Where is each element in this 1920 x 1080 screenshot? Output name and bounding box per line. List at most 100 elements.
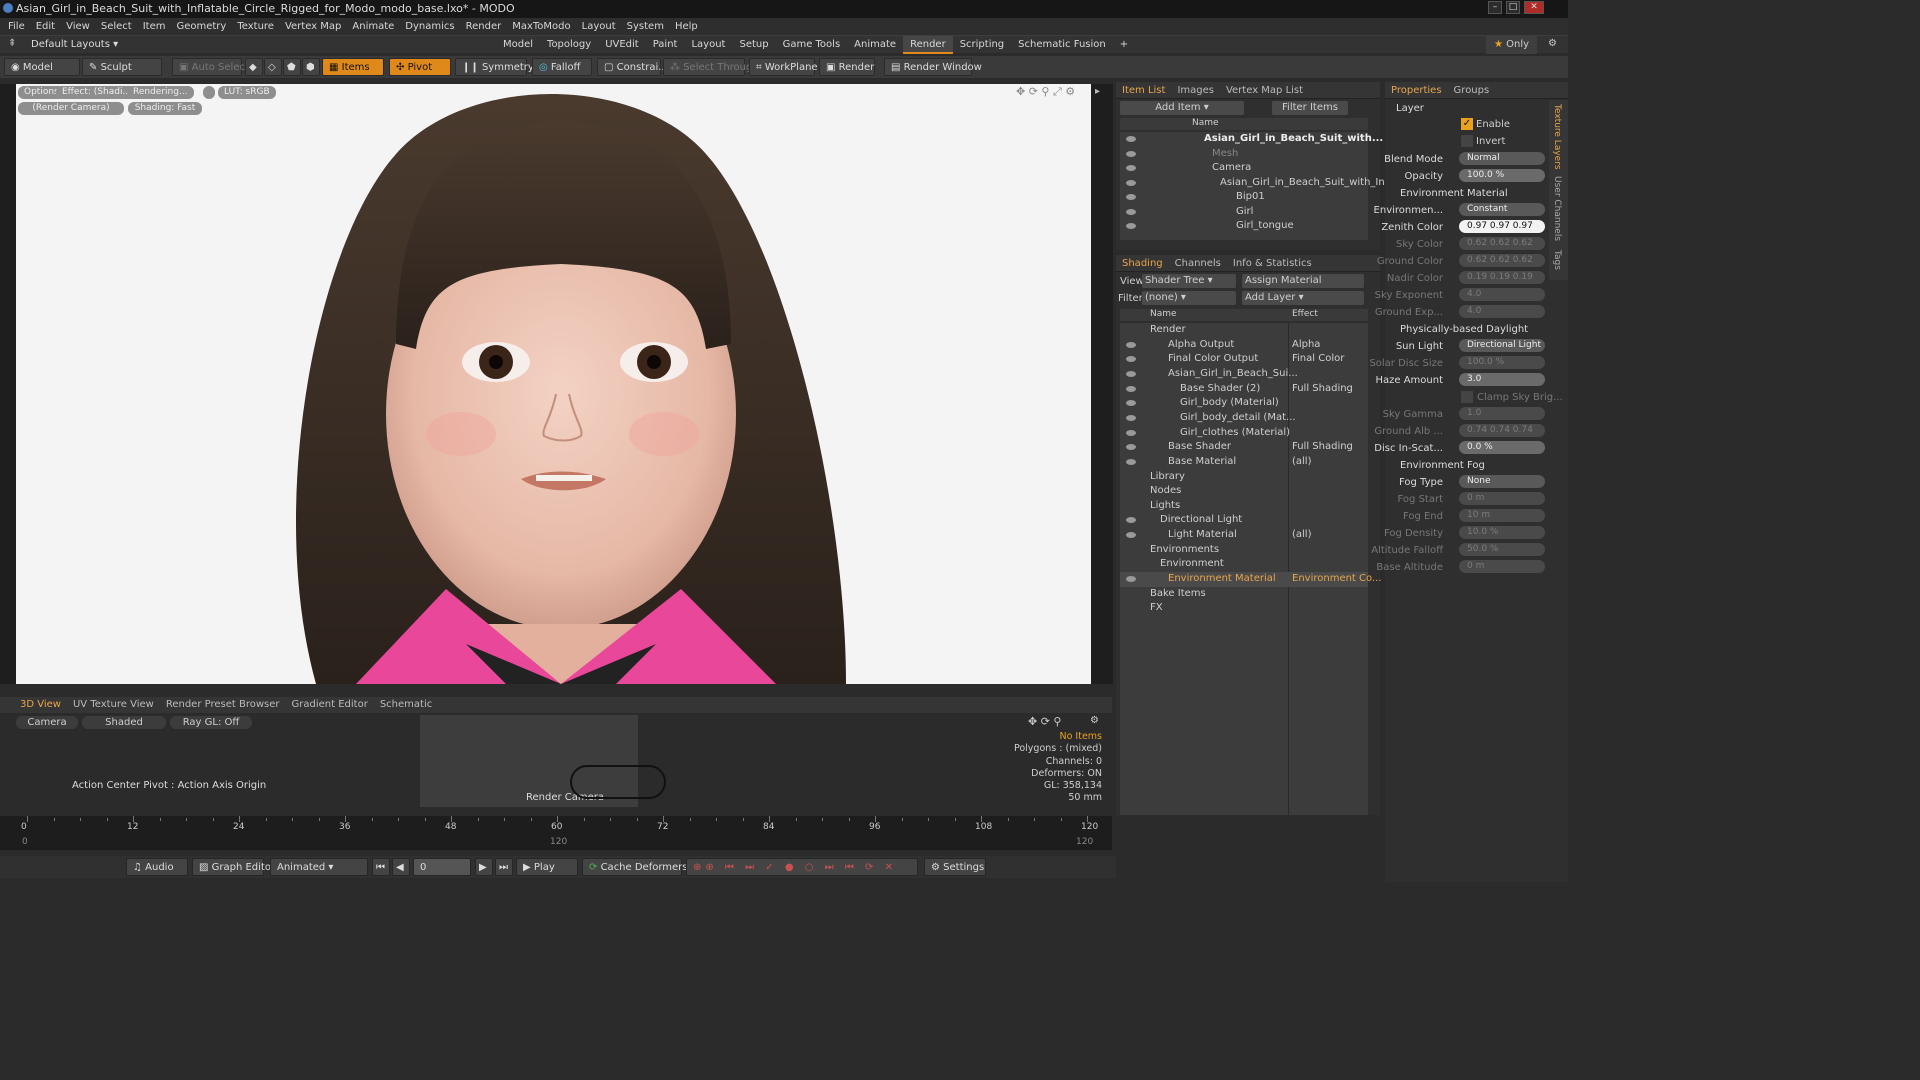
viewport-arrow-icon[interactable]: ▸ — [1095, 86, 1100, 97]
menu-geometry[interactable]: Geometry — [176, 21, 226, 32]
tab-user-channels[interactable]: User Channels — [1552, 176, 1562, 241]
shader-tree-row[interactable]: Environments — [1120, 543, 1368, 558]
visibility-icon[interactable] — [1126, 400, 1136, 407]
opacity-field[interactable]: 100.0 % — [1459, 169, 1545, 182]
select-through-button[interactable]: ⁂ Select Through — [663, 58, 759, 76]
tab-gradient-editor[interactable]: Gradient Editor — [286, 697, 374, 713]
shader-tree-row[interactable]: Asian_Girl_in_Beach_Sui... — [1120, 367, 1368, 382]
tab-render-preset-browser[interactable]: Render Preset Browser — [160, 697, 286, 713]
shader-tree-row[interactable]: Alpha Output Alpha — [1120, 338, 1368, 353]
menu-help[interactable]: Help — [675, 21, 698, 32]
tab-topology[interactable]: Topology — [540, 36, 598, 54]
solar-disc-field[interactable]: 100.0 % — [1459, 356, 1545, 369]
tab-uv-texture-view[interactable]: UV Texture View — [67, 697, 160, 713]
camera-pill[interactable]: Camera — [16, 716, 78, 729]
visibility-icon[interactable] — [1126, 414, 1136, 421]
view-dropdown[interactable]: Shader Tree ▾ — [1142, 274, 1236, 288]
environment-dropdown[interactable]: Constant — [1459, 203, 1545, 216]
fog-end-field[interactable]: 10 m — [1459, 509, 1545, 522]
vertices-mode-icon[interactable]: ◆ — [245, 58, 263, 76]
altitude-falloff-field[interactable]: 50.0 % — [1459, 543, 1545, 556]
bottom-3d-view[interactable]: Camera Shaded Ray GL: Off Action Center … — [0, 713, 1112, 809]
clamp-sky-checkbox[interactable] — [1461, 391, 1473, 403]
visibility-icon[interactable] — [1126, 429, 1136, 436]
tab-3d-view[interactable]: 3D View — [14, 697, 67, 713]
settings-button[interactable]: ⚙ Settings — [924, 858, 986, 876]
timeline[interactable]: 0 12 24 36 48 60 72 84 96 108 120 0 120 120 — [0, 816, 1112, 850]
shader-tree-row[interactable]: Lights — [1120, 499, 1368, 514]
ground-exp-field[interactable]: 4.0 — [1459, 305, 1545, 318]
visibility-icon[interactable] — [1126, 458, 1136, 465]
disc-inscatter-field[interactable]: 0.0 % — [1459, 441, 1545, 454]
visibility-icon[interactable] — [1126, 356, 1136, 363]
items-mode-button[interactable]: ▦ Items — [322, 58, 384, 76]
shader-tree-row[interactable]: Girl_body_detail (Mat... — [1120, 411, 1368, 426]
tab-shading[interactable]: Shading — [1116, 255, 1169, 272]
visibility-icon[interactable] — [1126, 370, 1136, 377]
viewport-lut-pill[interactable]: LUT: sRGB — [218, 86, 276, 99]
shader-tree-row[interactable]: Directional Light — [1120, 513, 1368, 528]
fog-density-field[interactable]: 10.0 % — [1459, 526, 1545, 539]
tab-info-statistics[interactable]: Info & Statistics — [1227, 255, 1318, 272]
visibility-icon[interactable] — [1126, 444, 1136, 451]
add-item-dropdown[interactable]: Add Item ▾ — [1120, 101, 1244, 115]
tab-game-tools[interactable]: Game Tools — [776, 36, 848, 54]
filter-dropdown[interactable]: (none) ▾ — [1142, 291, 1236, 305]
base-altitude-field[interactable]: 0 m — [1459, 560, 1545, 573]
tab-properties[interactable]: Properties — [1385, 82, 1448, 99]
viewport-shading-pill[interactable]: Shading: Fast — [128, 102, 202, 115]
tab-scripting[interactable]: Scripting — [953, 36, 1011, 54]
menu-texture[interactable]: Texture — [237, 21, 274, 32]
visibility-icon[interactable] — [1126, 517, 1136, 524]
sun-light-dropdown[interactable]: Directional Light — [1459, 339, 1545, 352]
maximize-icon[interactable]: □ — [1506, 1, 1520, 14]
enable-checkbox[interactable]: ✓ — [1461, 118, 1473, 130]
symmetry-button[interactable]: ❙❙ Symmetry — [455, 58, 534, 76]
first-frame-icon[interactable]: ⏮ — [372, 858, 390, 876]
next-frame-icon[interactable]: ▶ — [475, 858, 493, 876]
visibility-icon[interactable] — [1126, 150, 1136, 157]
last-frame-icon[interactable]: ⏭ — [495, 858, 513, 876]
shader-tree-row[interactable]: Nodes — [1120, 484, 1368, 499]
shader-tree-row[interactable]: Light Material (all) — [1120, 528, 1368, 543]
shader-tree-row[interactable]: Render — [1120, 323, 1368, 338]
frame-input[interactable]: 0 — [413, 858, 471, 876]
tab-texture-layers[interactable]: Texture Layers — [1552, 104, 1562, 170]
visibility-icon[interactable] — [1126, 576, 1136, 583]
menu-item[interactable]: Item — [143, 21, 166, 32]
blend-mode-dropdown[interactable]: Normal — [1459, 152, 1545, 165]
animated-dropdown[interactable]: Animated ▾ — [270, 858, 368, 876]
render-window-button[interactable]: ▤ Render Window — [884, 58, 982, 76]
3d-viewport[interactable] — [16, 84, 1091, 684]
haze-amount-field[interactable]: 3.0 — [1459, 373, 1545, 386]
shader-tree-row[interactable]: Girl_body (Material) — [1120, 396, 1368, 411]
falloff-button[interactable]: ◎ Falloff — [532, 58, 592, 76]
visibility-icon[interactable] — [1126, 341, 1136, 348]
graph-editor-button[interactable]: ▨ Graph Editor — [192, 858, 275, 876]
shader-tree-row[interactable]: Environment — [1120, 557, 1368, 572]
key-tools-icons[interactable]: ⊕⊕ ⏮ ⏭ ✓ ● ○ ⏭ ⏮ ⟳ ✕ — [686, 858, 918, 876]
menu-render[interactable]: Render — [466, 21, 502, 32]
tab-groups[interactable]: Groups — [1448, 82, 1496, 99]
assign-material-dropdown[interactable]: Assign Material — [1242, 274, 1364, 288]
menu-vertex-map[interactable]: Vertex Map — [285, 21, 341, 32]
shader-tree-row[interactable]: Base Shader (2) Full Shading — [1120, 382, 1368, 397]
tab-vertex-map-list[interactable]: Vertex Map List — [1220, 82, 1309, 99]
shader-tree-row[interactable]: Girl_clothes (Material) — [1120, 426, 1368, 441]
model-mode-button[interactable]: ◉ Model — [4, 58, 80, 76]
menu-select[interactable]: Select — [101, 21, 132, 32]
constrain-button[interactable]: ▢ Constrai... — [597, 58, 668, 76]
tab-animate[interactable]: Animate — [847, 36, 903, 54]
collapse-icon[interactable]: ⇞ — [8, 38, 16, 49]
raygl-pill[interactable]: Ray GL: Off — [170, 716, 252, 729]
add-tab-icon[interactable]: + — [1113, 36, 1135, 54]
tab-render[interactable]: Render — [903, 36, 953, 54]
tab-schematic[interactable]: Schematic — [374, 697, 438, 713]
sky-exponent-field[interactable]: 4.0 — [1459, 288, 1545, 301]
default-layouts-dropdown[interactable]: Default Layouts ▾ — [31, 39, 118, 50]
pivot-mode-button[interactable]: ✣ Pivot — [389, 58, 451, 76]
visibility-icon[interactable] — [1126, 136, 1136, 142]
close-icon[interactable]: ✕ — [1524, 1, 1544, 14]
fog-start-field[interactable]: 0 m — [1459, 492, 1545, 505]
tab-paint[interactable]: Paint — [646, 36, 685, 54]
